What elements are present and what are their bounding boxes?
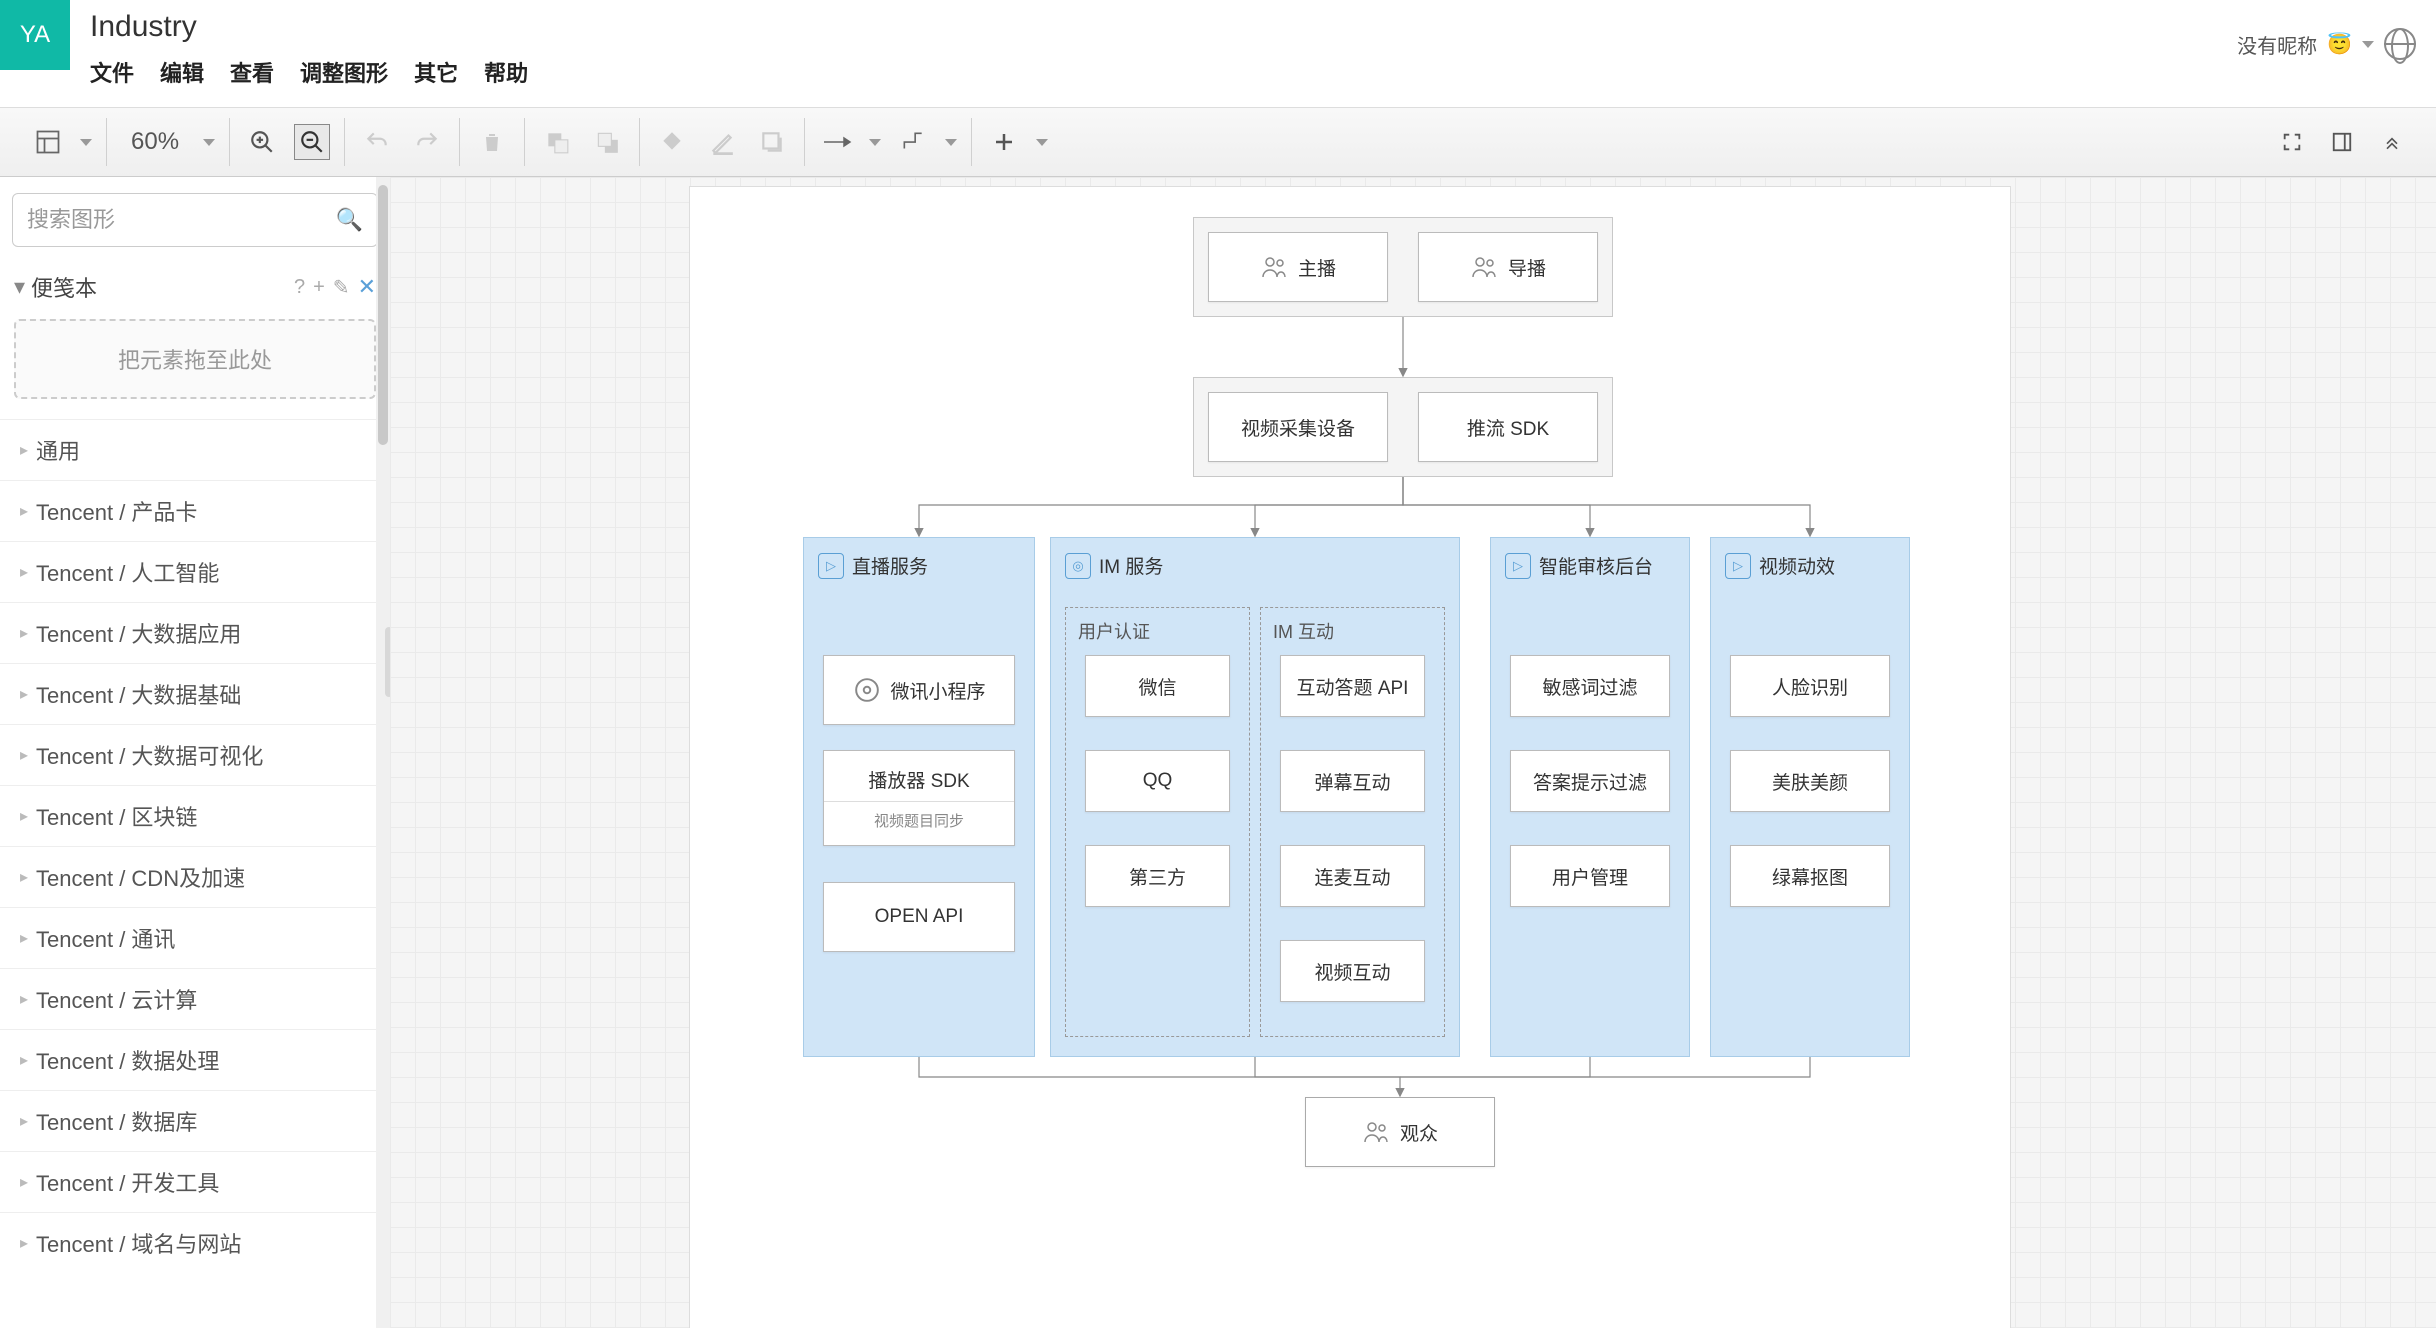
help-icon[interactable]: ? <box>294 276 305 299</box>
scratchpad-label: 便笺本 <box>31 271 97 303</box>
waypoint-button[interactable] <box>895 124 931 160</box>
delete-button[interactable] <box>474 124 510 160</box>
user-nickname[interactable]: 没有昵称 <box>2237 30 2317 59</box>
scratchpad-header[interactable]: ▾ 便笺本 ? + ✎ ✕ <box>0 263 390 311</box>
line-color-button[interactable] <box>704 124 740 160</box>
search-box: 🔍 <box>12 193 378 247</box>
service-icon: ▷ <box>818 553 844 579</box>
diagram-page[interactable]: 主播 导播 视频采集设备 推流 SDK ▷直播服务 微讯小程序 播放器 SDK … <box>690 187 2010 1328</box>
toolbar: 60% <box>0 107 2436 177</box>
menu-arrange[interactable]: 调整图形 <box>300 56 388 88</box>
node-capture-device[interactable]: 视频采集设备 <box>1208 392 1388 462</box>
collapse-button[interactable] <box>2374 124 2410 160</box>
node-lianmai[interactable]: 连麦互动 <box>1280 845 1425 907</box>
node-face-detect[interactable]: 人脸识别 <box>1730 655 1890 717</box>
connection-button[interactable] <box>819 124 855 160</box>
connection-dropdown-icon[interactable] <box>869 139 881 146</box>
fill-color-button[interactable] <box>654 124 690 160</box>
node-player-sdk[interactable]: 播放器 SDK 视频题目同步 <box>823 750 1015 846</box>
user-emoji-icon: 😇 <box>2327 32 2352 57</box>
category-item[interactable]: Tencent / 大数据应用 <box>0 602 390 663</box>
app-header: YA Industry 文件 编辑 查看 调整图形 其它 帮助 没有昵称 😇 <box>0 0 2436 107</box>
category-item[interactable]: Tencent / 大数据基础 <box>0 663 390 724</box>
header-content: Industry 文件 编辑 查看 调整图形 其它 帮助 <box>70 0 2436 88</box>
to-back-button[interactable] <box>589 124 625 160</box>
zoom-in-button[interactable] <box>244 124 280 160</box>
user-area: 没有昵称 😇 <box>2237 28 2416 60</box>
category-item[interactable]: Tencent / 区块链 <box>0 785 390 846</box>
node-qq[interactable]: QQ <box>1085 750 1230 812</box>
node-wechat[interactable]: 微信 <box>1085 655 1230 717</box>
close-icon[interactable]: ✕ <box>358 274 376 300</box>
category-item[interactable]: Tencent / 通讯 <box>0 907 390 968</box>
zoom-dropdown-icon[interactable] <box>203 139 215 146</box>
node-miniprogram[interactable]: 微讯小程序 <box>823 655 1015 725</box>
redo-button[interactable] <box>409 124 445 160</box>
menu-edit[interactable]: 编辑 <box>160 56 204 88</box>
im-icon: ◎ <box>1065 553 1091 579</box>
node-video-interact[interactable]: 视频互动 <box>1280 940 1425 1002</box>
node-open-api[interactable]: OPEN API <box>823 882 1015 952</box>
main-area: 🔍 ▾ 便笺本 ? + ✎ ✕ 把元素拖至此处 通用 Tencent / 产品卡… <box>0 177 2436 1328</box>
view-dropdown-icon[interactable] <box>80 139 92 146</box>
menu-bar: 文件 编辑 查看 调整图形 其它 帮助 <box>90 56 2436 88</box>
search-input[interactable] <box>27 207 336 233</box>
canvas-area[interactable]: 主播 导播 视频采集设备 推流 SDK ▷直播服务 微讯小程序 播放器 SDK … <box>390 177 2436 1328</box>
category-item[interactable]: Tencent / 开发工具 <box>0 1151 390 1212</box>
caret-down-icon: ▾ <box>14 274 25 300</box>
category-item[interactable]: Tencent / 大数据可视化 <box>0 724 390 785</box>
node-answer-filter[interactable]: 答案提示过滤 <box>1510 750 1670 812</box>
people-icon <box>1470 252 1500 282</box>
user-dropdown-icon[interactable] <box>2362 41 2374 48</box>
view-panels-button[interactable] <box>30 124 66 160</box>
node-audience[interactable]: 观众 <box>1305 1097 1495 1167</box>
audit-icon: ▷ <box>1505 553 1531 579</box>
document-title[interactable]: Industry <box>90 10 2436 44</box>
menu-file[interactable]: 文件 <box>90 56 134 88</box>
format-panel-button[interactable] <box>2324 124 2360 160</box>
insert-button[interactable] <box>986 124 1022 160</box>
node-user-mgmt[interactable]: 用户管理 <box>1510 845 1670 907</box>
category-item[interactable]: Tencent / 数据库 <box>0 1090 390 1151</box>
insert-dropdown-icon[interactable] <box>1036 139 1048 146</box>
node-qa-api[interactable]: 互动答题 API <box>1280 655 1425 717</box>
sidebar: 🔍 ▾ 便笺本 ? + ✎ ✕ 把元素拖至此处 通用 Tencent / 产品卡… <box>0 177 390 1328</box>
link-icon <box>852 675 882 705</box>
people-icon <box>1260 252 1290 282</box>
category-item[interactable]: Tencent / 产品卡 <box>0 480 390 541</box>
language-icon[interactable] <box>2384 28 2416 60</box>
category-item[interactable]: Tencent / 域名与网站 <box>0 1212 390 1273</box>
category-item[interactable]: Tencent / 人工智能 <box>0 541 390 602</box>
node-beauty[interactable]: 美肤美颜 <box>1730 750 1890 812</box>
category-item[interactable]: 通用 <box>0 419 390 480</box>
category-item[interactable]: Tencent / 云计算 <box>0 968 390 1029</box>
zoom-level[interactable]: 60% <box>121 128 189 156</box>
sidebar-scrollbar[interactable] <box>376 177 390 1328</box>
node-danmu[interactable]: 弹幕互动 <box>1280 750 1425 812</box>
edit-icon[interactable]: ✎ <box>333 275 350 300</box>
to-front-button[interactable] <box>539 124 575 160</box>
scratchpad-dropzone[interactable]: 把元素拖至此处 <box>14 319 376 399</box>
menu-view[interactable]: 查看 <box>230 56 274 88</box>
node-thirdparty[interactable]: 第三方 <box>1085 845 1230 907</box>
category-item[interactable]: Tencent / 数据处理 <box>0 1029 390 1090</box>
node-push-sdk[interactable]: 推流 SDK <box>1418 392 1598 462</box>
effects-icon: ▷ <box>1725 553 1751 579</box>
undo-button[interactable] <box>359 124 395 160</box>
node-sensitive-filter[interactable]: 敏感词过滤 <box>1510 655 1670 717</box>
add-icon[interactable]: + <box>313 276 325 299</box>
people-icon <box>1362 1117 1392 1147</box>
zoom-out-button[interactable] <box>294 124 330 160</box>
node-greenscreen[interactable]: 绿幕抠图 <box>1730 845 1890 907</box>
fullscreen-button[interactable] <box>2274 124 2310 160</box>
menu-help[interactable]: 帮助 <box>484 56 528 88</box>
shadow-button[interactable] <box>754 124 790 160</box>
avatar[interactable]: YA <box>0 0 70 70</box>
menu-extras[interactable]: 其它 <box>414 56 458 88</box>
node-director[interactable]: 导播 <box>1418 232 1598 302</box>
node-anchor[interactable]: 主播 <box>1208 232 1388 302</box>
waypoint-dropdown-icon[interactable] <box>945 139 957 146</box>
search-icon[interactable]: 🔍 <box>336 207 363 233</box>
category-item[interactable]: Tencent / CDN及加速 <box>0 846 390 907</box>
